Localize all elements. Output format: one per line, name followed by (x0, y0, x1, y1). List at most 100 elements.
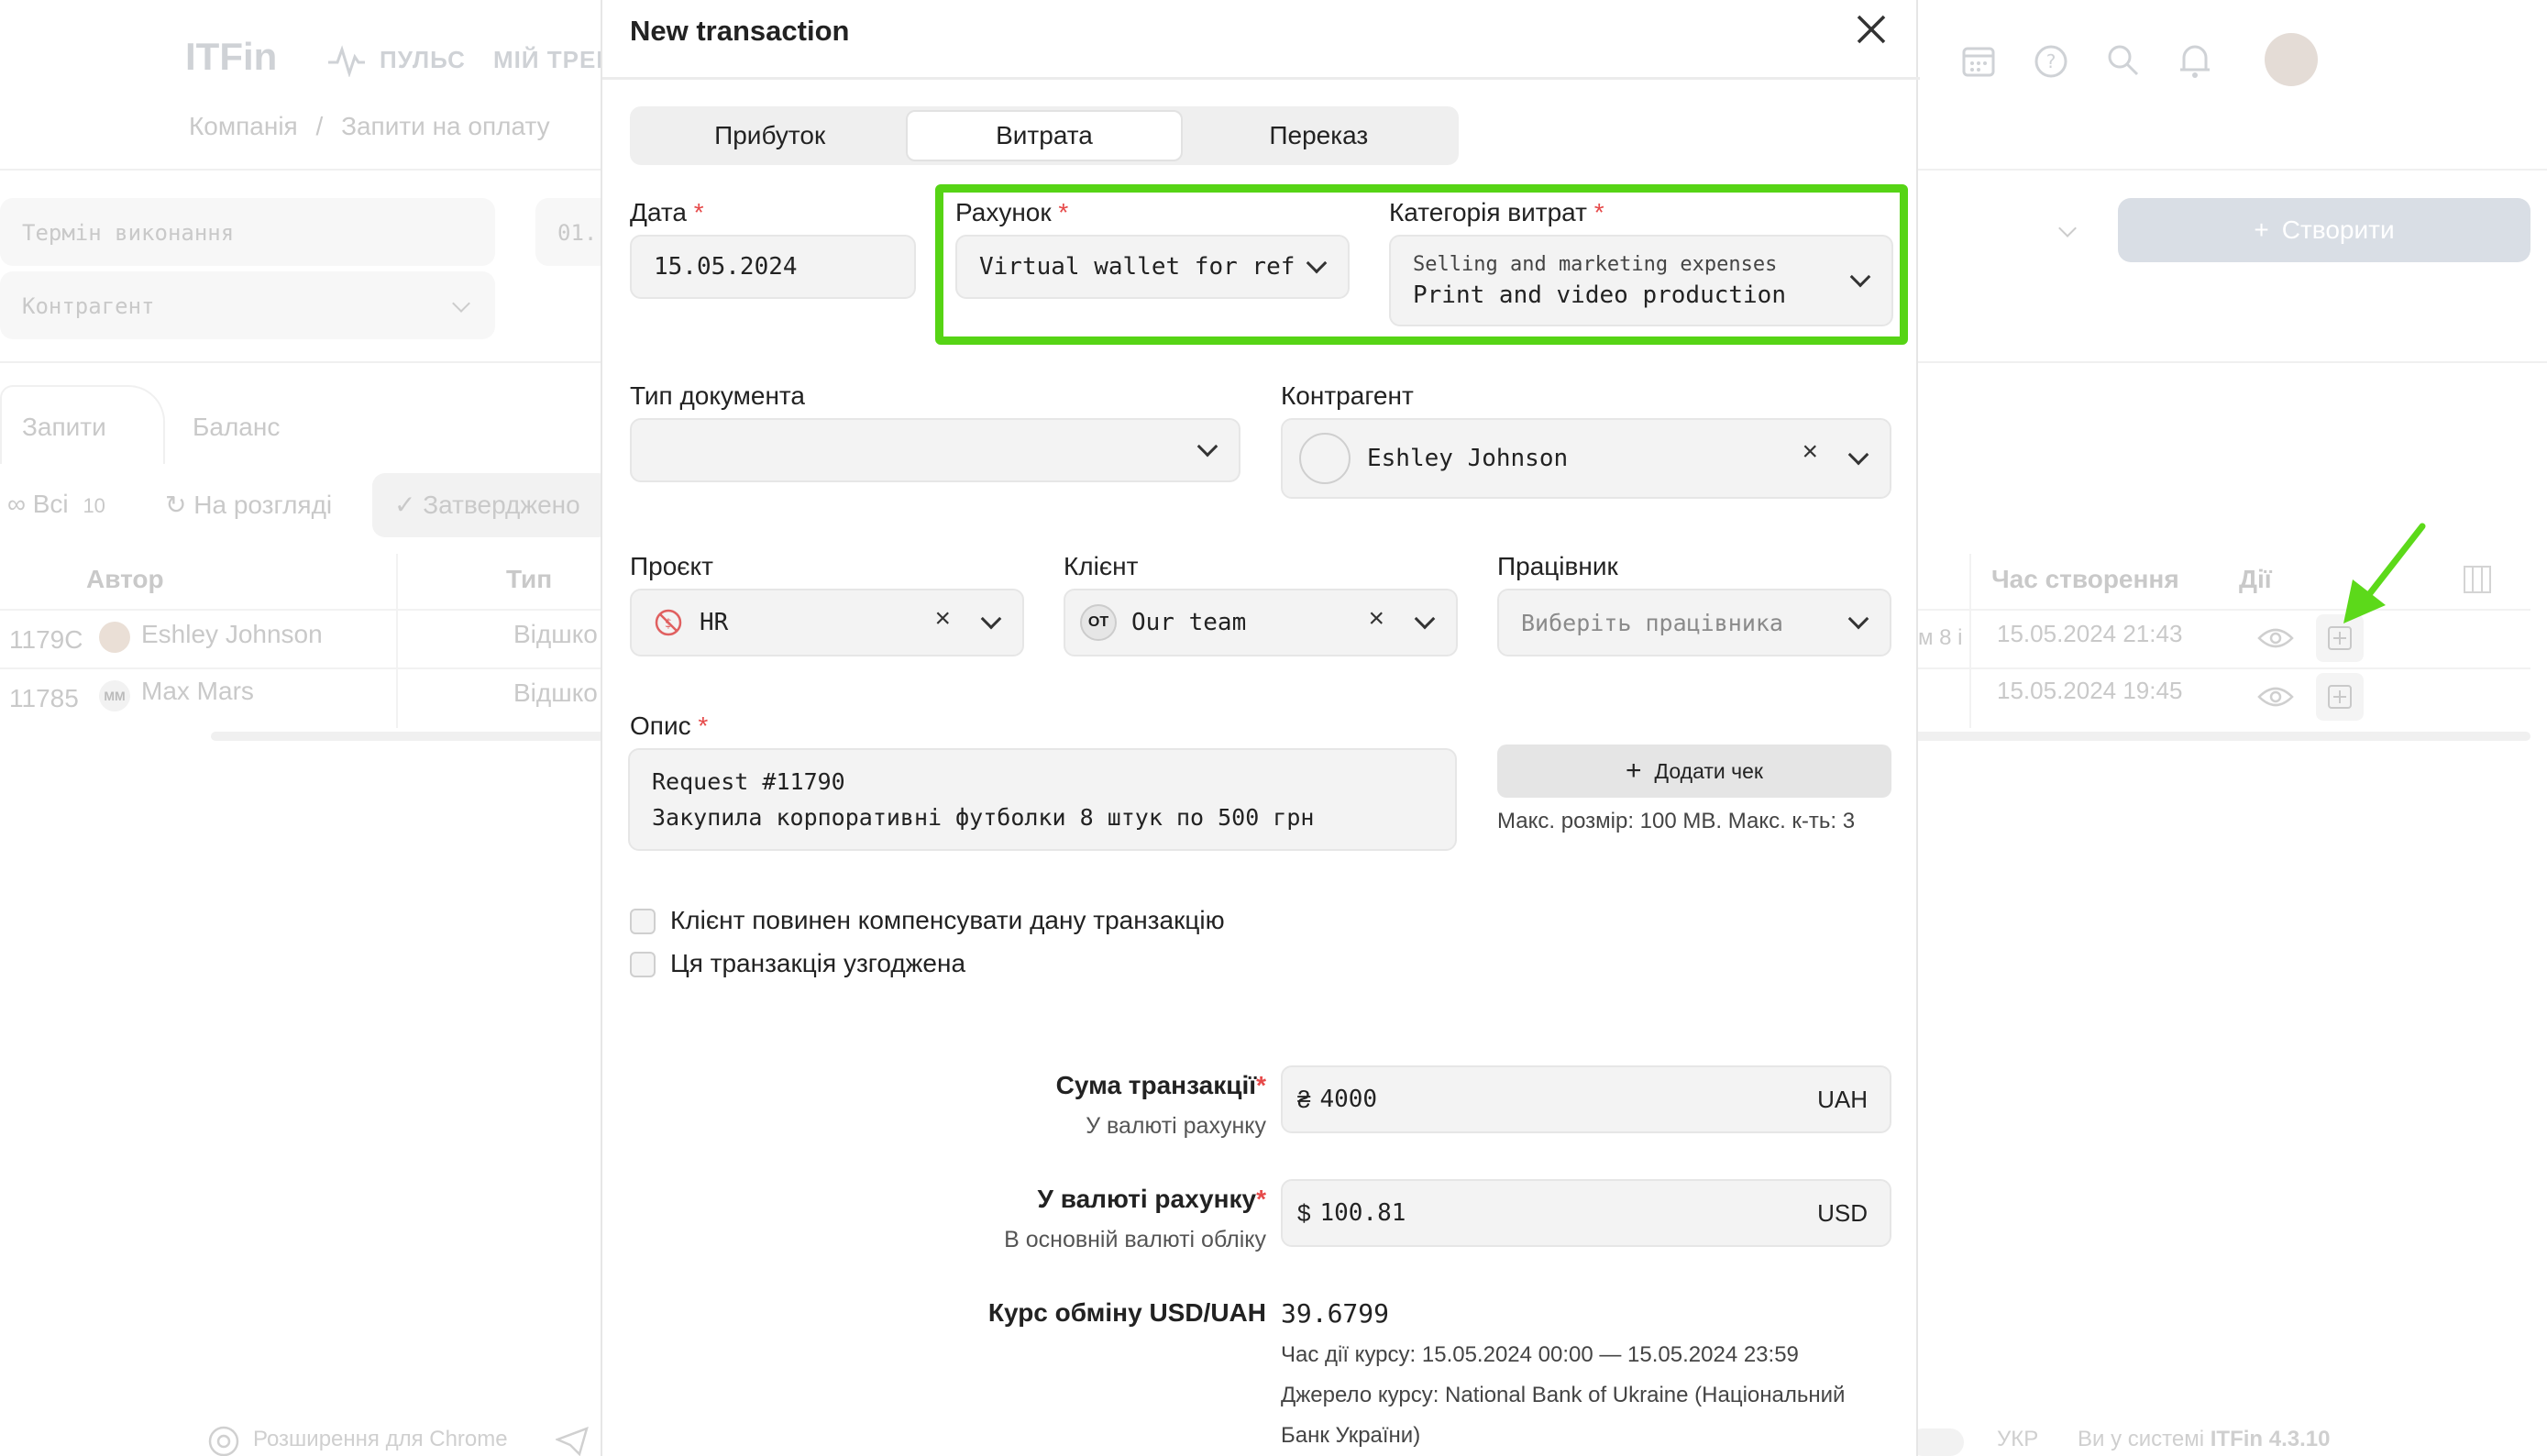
tab-income[interactable]: Прибуток (634, 110, 906, 161)
modal-title: New transaction (630, 15, 850, 47)
calendar-icon[interactable] (1962, 44, 1995, 77)
row-extra: м 8 і (1918, 625, 1963, 650)
rate-period: Час дії курсу: 15.05.2024 00:00 — 15.05.… (1281, 1342, 1799, 1367)
doc-type-select[interactable] (630, 418, 1240, 482)
col-type[interactable]: Тип (506, 565, 552, 594)
eye-icon[interactable] (2257, 684, 2294, 710)
nav-pulse[interactable]: ПУЛЬС (380, 46, 466, 74)
project-select[interactable]: $ HR × (630, 589, 1024, 656)
description-label: Опис * (630, 711, 708, 741)
compensate-checkbox[interactable] (630, 909, 656, 934)
counterparty-filter[interactable]: Контрагент (0, 271, 495, 339)
account-select[interactable]: Virtual wallet for ref (955, 235, 1350, 299)
plus-icon: + (1626, 756, 1642, 786)
category-select[interactable]: Selling and marketing expenses Print and… (1389, 235, 1893, 326)
chevron-down-icon (452, 294, 470, 313)
version-info: Ви у системі ITFin 4.3.10 (2078, 1427, 2330, 1452)
chevron-down-icon (1847, 608, 1869, 630)
category-value: Print and video production (1413, 281, 1786, 309)
agreed-checkbox[interactable] (630, 952, 656, 977)
project-hr-icon: $ (655, 609, 682, 636)
project-value: HR (700, 609, 729, 636)
required-mark: * (693, 198, 704, 226)
col-actions: Дії (2239, 565, 2272, 593)
search-icon[interactable] (2107, 44, 2140, 77)
eye-icon[interactable] (2257, 625, 2294, 651)
account-amount-label-text: У валюті рахунку (1037, 1185, 1257, 1213)
filter-all[interactable]: ∞ Всі 10 (7, 490, 105, 519)
account-value: Virtual wallet for ref (979, 253, 1296, 281)
filter-review[interactable]: ↻ На розгляді (165, 490, 332, 520)
due-date-placeholder: Термін виконання (22, 220, 235, 246)
clear-icon[interactable]: × (934, 603, 951, 634)
agreed-label[interactable]: Ця транзакція узгоджена (670, 949, 965, 978)
col-author[interactable]: Автор (86, 565, 164, 594)
tab-expense[interactable]: Витрата (906, 110, 1183, 161)
transaction-type-tabs: Прибуток Витрата Переказ (630, 106, 1459, 165)
add-receipt-label: Додати чек (1654, 758, 1763, 783)
attach-hint: Макс. розмір: 100 MB. Макс. к-ть: 3 (1497, 809, 1856, 833)
hryvnia-sign: ₴ (1297, 1085, 1311, 1113)
client-select[interactable]: OT Our team × (1064, 589, 1458, 656)
description-line2: Закупила корпоративні футболки 8 штук по… (652, 804, 1315, 831)
rate-value: 39.6799 (1281, 1298, 1390, 1329)
clear-icon[interactable]: × (1802, 436, 1818, 468)
filter-review-label: На розгляді (193, 491, 333, 519)
chevron-down-icon (1849, 266, 1871, 288)
chrome-icon (208, 1426, 239, 1456)
add-receipt-button[interactable]: + Додати чек (1497, 745, 1891, 798)
rate-source-line1: Джерело курсу: National Bank of Ukraine … (1281, 1383, 1846, 1407)
telegram-icon[interactable] (556, 1427, 589, 1456)
breadcrumb: Компанія / Запити на оплату (189, 112, 550, 141)
project-label: Проєкт (630, 552, 713, 580)
modal-header-divider (602, 77, 1920, 80)
doc-type-label: Тип документа (630, 381, 805, 410)
svg-text:$: $ (665, 617, 672, 631)
chevron-down-icon (980, 608, 1002, 630)
employee-select[interactable]: Виберіть працівника (1497, 589, 1891, 656)
amount-input[interactable]: ₴ 4000 UAH (1281, 1065, 1891, 1133)
date-label-text: Дата (630, 198, 688, 226)
description-textarea[interactable]: Request #11790 Закупила корпоративні фут… (628, 748, 1457, 851)
chevron-down-icon[interactable] (2058, 219, 2077, 237)
close-icon[interactable] (1849, 7, 1893, 51)
tab-balance[interactable]: Баланс (193, 413, 280, 442)
columns-icon[interactable] (2463, 565, 2492, 594)
breadcrumb-root[interactable]: Компанія (189, 112, 298, 140)
account-amount-input[interactable]: $ 100.81 USD (1281, 1179, 1891, 1247)
account-amount-currency: USD (1817, 1198, 1868, 1227)
bell-icon[interactable] (2178, 42, 2211, 79)
language-switch[interactable]: УКР (1997, 1427, 2038, 1452)
date-value: 15.05.2024 (654, 253, 798, 281)
amount-label: Сума транзакції* (694, 1071, 1266, 1100)
due-date-filter[interactable]: Термін виконання (0, 198, 495, 266)
row-author[interactable]: Eshley Johnson (141, 620, 323, 649)
chrome-extension-link[interactable]: Розширення для Chrome (253, 1427, 508, 1452)
tab-requests[interactable]: Запити (22, 413, 106, 442)
tab-transfer[interactable]: Переказ (1183, 110, 1455, 161)
pulse-icon (328, 45, 365, 77)
help-icon[interactable]: ? (2034, 44, 2068, 79)
plus-square-icon (2328, 685, 2352, 709)
add-transaction-button[interactable] (2316, 673, 2364, 721)
counterparty-label: Контрагент (1281, 381, 1414, 410)
counterparty-select[interactable]: Eshley Johnson × (1281, 418, 1891, 499)
refresh-icon: ↻ (165, 491, 187, 519)
row-author[interactable]: Max Mars (141, 677, 254, 706)
svg-text:?: ? (2046, 50, 2056, 72)
clear-icon[interactable]: × (1368, 603, 1384, 634)
required-mark: * (1593, 198, 1604, 226)
create-button[interactable]: + Створити (2118, 198, 2530, 262)
annotation-arrow-icon (2343, 523, 2426, 623)
description-label-text: Опис (630, 711, 691, 740)
client-badge: OT (1080, 604, 1117, 641)
compensate-label[interactable]: Клієнт повинен компенсувати дану транзак… (670, 906, 1225, 935)
account-amount-sub: В основній валюті обліку (1004, 1227, 1266, 1252)
col-created[interactable]: Час створення (1991, 565, 2179, 594)
date-field[interactable]: 15.05.2024 (630, 235, 916, 299)
check-icon: ✓ (394, 491, 416, 519)
user-avatar[interactable] (2265, 33, 2318, 86)
infinity-icon: ∞ (7, 490, 26, 518)
employee-placeholder: Виберіть працівника (1521, 609, 1783, 636)
filter-approved[interactable]: ✓ Затверджено (394, 490, 580, 520)
